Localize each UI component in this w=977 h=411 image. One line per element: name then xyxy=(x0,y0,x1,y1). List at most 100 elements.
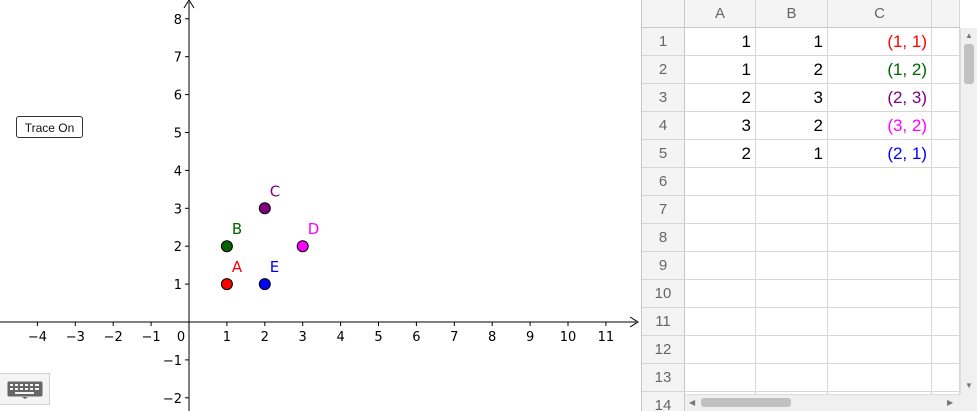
cell-c2[interactable]: (1, 2) xyxy=(828,56,932,84)
vertical-scroll-thumb[interactable] xyxy=(964,44,974,84)
cell-d11[interactable] xyxy=(932,308,960,336)
cell-b1[interactable]: 1 xyxy=(756,28,828,56)
cell-a8[interactable] xyxy=(685,224,756,252)
cell-a4[interactable]: 3 xyxy=(685,112,756,140)
row-header[interactable]: 9 xyxy=(642,252,685,280)
cell-d12[interactable] xyxy=(932,336,960,364)
cell-a2[interactable]: 1 xyxy=(685,56,756,84)
cell-d4[interactable] xyxy=(932,112,960,140)
column-header-b[interactable]: B xyxy=(756,0,828,28)
row-header[interactable]: 11 xyxy=(642,308,685,336)
point-label-c[interactable]: C xyxy=(270,182,280,200)
scroll-left-arrow-icon[interactable]: ◀ xyxy=(689,399,695,407)
cell-b4[interactable]: 2 xyxy=(756,112,828,140)
point-c[interactable] xyxy=(258,202,271,215)
scroll-up-arrow-icon[interactable]: ▲ xyxy=(965,32,973,40)
cell-c11[interactable] xyxy=(828,308,932,336)
cell-b3[interactable]: 3 xyxy=(756,84,828,112)
graphics-view[interactable]: −4 −3 −2 −1 0 1 2 3 4 5 6 7 8 9 10 11 −2 −1 1 2 3 4 5 6 7 8 A B C D E … xyxy=(0,0,641,411)
row-header[interactable]: 3 xyxy=(642,84,685,112)
cell-c7[interactable] xyxy=(828,196,932,224)
row-header[interactable]: 14 xyxy=(642,392,685,411)
cell-c8[interactable] xyxy=(828,224,932,252)
horizontal-scrollbar[interactable]: ◀ ▶ xyxy=(685,394,960,411)
cell-c3[interactable]: (2, 3) xyxy=(828,84,932,112)
cell-d3[interactable] xyxy=(932,84,960,112)
cell-b8[interactable] xyxy=(756,224,828,252)
trace-on-button[interactable]: Trace On xyxy=(16,116,83,138)
y-tick-label: 4 xyxy=(174,164,182,179)
cell-a5[interactable]: 2 xyxy=(685,140,756,168)
cell-d7[interactable] xyxy=(932,196,960,224)
column-header-d[interactable] xyxy=(932,0,960,28)
row-header[interactable]: 6 xyxy=(642,168,685,196)
keyboard-button[interactable] xyxy=(0,373,50,405)
row-header[interactable]: 2 xyxy=(642,56,685,84)
cell-c9[interactable] xyxy=(828,252,932,280)
cell-a12[interactable] xyxy=(685,336,756,364)
x-tick-label: 11 xyxy=(598,330,615,345)
cell-a3[interactable]: 2 xyxy=(685,84,756,112)
cell-b9[interactable] xyxy=(756,252,828,280)
cell-d9[interactable] xyxy=(932,252,960,280)
cell-a11[interactable] xyxy=(685,308,756,336)
cell-b5[interactable]: 1 xyxy=(756,140,828,168)
cell-c1[interactable]: (1, 1) xyxy=(828,28,932,56)
scroll-down-arrow-icon[interactable]: ▼ xyxy=(965,382,973,390)
cell-c12[interactable] xyxy=(828,336,932,364)
cell-d6[interactable] xyxy=(932,168,960,196)
y-tick-label: 6 xyxy=(174,89,182,104)
x-tick-label: −4 xyxy=(28,330,47,345)
column-header-c[interactable]: C xyxy=(828,0,932,28)
point-label-d[interactable]: D xyxy=(308,220,320,238)
point-label-a[interactable]: A xyxy=(232,258,243,276)
row-header[interactable]: 1 xyxy=(642,28,685,56)
spreadsheet-view[interactable]: A B C 1 1 1 (1, 1) 2 1 2 (1, 2) 3 2 3 (2, 3) 4 3 2 (3, … xyxy=(642,0,977,411)
cell-a13[interactable] xyxy=(685,364,756,392)
cell-d10[interactable] xyxy=(932,280,960,308)
cell-d5[interactable] xyxy=(932,140,960,168)
cell-c5[interactable]: (2, 1) xyxy=(828,140,932,168)
cell-b10[interactable] xyxy=(756,280,828,308)
point-a[interactable] xyxy=(220,278,233,291)
cell-a1[interactable]: 1 xyxy=(685,28,756,56)
row-header[interactable]: 10 xyxy=(642,280,685,308)
coordinate-plane[interactable]: −4 −3 −2 −1 0 1 2 3 4 5 6 7 8 9 10 11 −2 −1 1 2 3 4 5 6 7 8 A B C D E xyxy=(0,0,641,411)
row-header[interactable]: 5 xyxy=(642,140,685,168)
cell-d2[interactable] xyxy=(932,56,960,84)
cell-d1[interactable] xyxy=(932,28,960,56)
cell-b6[interactable] xyxy=(756,168,828,196)
cell-a7[interactable] xyxy=(685,196,756,224)
cell-b7[interactable] xyxy=(756,196,828,224)
row-header[interactable]: 4 xyxy=(642,112,685,140)
cell-c6[interactable] xyxy=(828,168,932,196)
column-header-a[interactable]: A xyxy=(685,0,756,28)
cell-c4[interactable]: (3, 2) xyxy=(828,112,932,140)
cell-a6[interactable] xyxy=(685,168,756,196)
cell-b13[interactable] xyxy=(756,364,828,392)
point-d[interactable] xyxy=(296,240,309,253)
cell-c10[interactable] xyxy=(828,280,932,308)
row-header[interactable]: 13 xyxy=(642,364,685,392)
row-header[interactable]: 8 xyxy=(642,224,685,252)
cell-b2[interactable]: 2 xyxy=(756,56,828,84)
x-tick-label: 0 xyxy=(177,330,185,345)
point-b[interactable] xyxy=(220,240,233,253)
vertical-scrollbar[interactable]: ▲ ▼ xyxy=(960,28,977,394)
cell-d8[interactable] xyxy=(932,224,960,252)
cell-d13[interactable] xyxy=(932,364,960,392)
point-label-b[interactable]: B xyxy=(232,220,242,238)
cell-b12[interactable] xyxy=(756,336,828,364)
spreadsheet-corner[interactable] xyxy=(642,0,685,28)
cell-a9[interactable] xyxy=(685,252,756,280)
scroll-right-arrow-icon[interactable]: ▶ xyxy=(947,399,953,407)
horizontal-scroll-thumb[interactable] xyxy=(701,398,791,407)
row-header[interactable]: 12 xyxy=(642,336,685,364)
point-e[interactable] xyxy=(258,278,271,291)
cell-b11[interactable] xyxy=(756,308,828,336)
y-tick-label: 7 xyxy=(174,51,182,66)
cell-c13[interactable] xyxy=(828,364,932,392)
point-label-e[interactable]: E xyxy=(270,258,279,276)
row-header[interactable]: 7 xyxy=(642,196,685,224)
cell-a10[interactable] xyxy=(685,280,756,308)
